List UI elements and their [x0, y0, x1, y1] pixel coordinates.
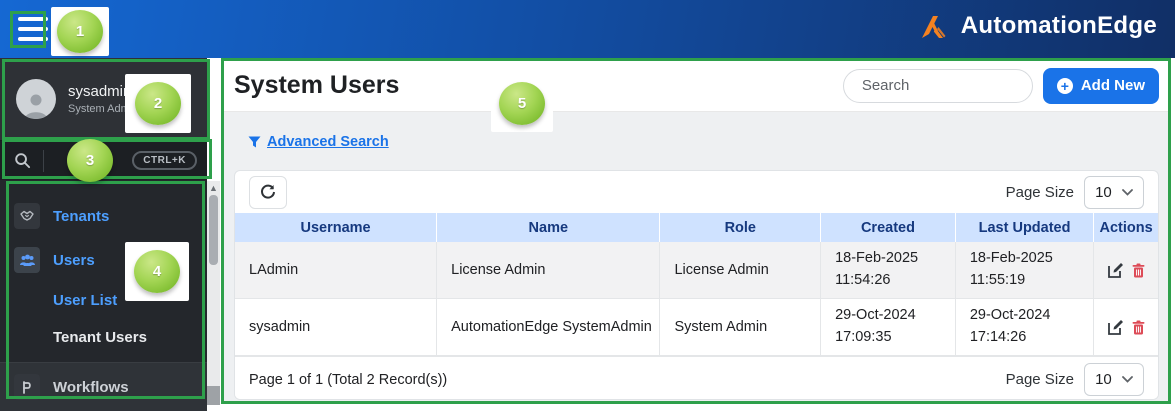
cell-name: AutomationEdge SystemAdmin [437, 299, 660, 355]
column-header-last-updated[interactable]: Last Updated [956, 213, 1094, 242]
column-header-name[interactable]: Name [437, 213, 660, 242]
delete-button[interactable] [1132, 263, 1145, 278]
column-header-created[interactable]: Created [821, 213, 956, 242]
cell-role: System Admin [660, 299, 821, 355]
sidebar-item-user-list[interactable]: User List [0, 282, 207, 319]
add-new-button[interactable]: + Add New [1043, 68, 1159, 104]
cell-username: LAdmin [235, 242, 437, 298]
cell-last-updated: 29-Oct-202417:14:26 [956, 299, 1094, 355]
users-group-icon [14, 247, 40, 273]
advanced-search-link[interactable]: Advanced Search [248, 134, 389, 150]
keyboard-shortcut-badge: CTRL+K [132, 151, 197, 170]
page-size-label: Page Size [1006, 184, 1074, 201]
logo-text: AutomationEdge [961, 12, 1157, 40]
page-size-select[interactable]: 10 [1084, 176, 1144, 209]
cell-last-updated: 18-Feb-202511:55:19 [956, 242, 1094, 298]
cell-username: sysadmin [235, 299, 437, 355]
cell-actions [1094, 242, 1158, 298]
app-window: AutomationEdge sysadmin System Admin CTR [0, 0, 1175, 411]
pagination-summary: Page 1 of 1 (Total 2 Record(s)) [249, 372, 447, 388]
sidebar-item-tenant-users[interactable]: Tenant Users [0, 319, 207, 356]
table-row[interactable]: sysadmin AutomationEdge SystemAdmin Syst… [235, 299, 1158, 356]
trash-icon [1132, 320, 1145, 335]
scroll-up-arrow[interactable]: ▲ [207, 181, 220, 195]
table-toolbar: Page Size 10 [235, 171, 1158, 213]
sidebar-search[interactable]: CTRL+K [0, 140, 207, 180]
sidebar-item-users[interactable]: Users [0, 238, 207, 282]
table-search-box [843, 69, 1033, 103]
handshake-icon [14, 203, 40, 229]
cell-role: License Admin [660, 242, 821, 298]
column-header-role[interactable]: Role [660, 213, 821, 242]
sidebar-item-label: Tenants [53, 208, 109, 225]
column-header-actions: Actions [1094, 213, 1158, 242]
trash-icon [1132, 263, 1145, 278]
sidebar: sysadmin System Admin CTRL+K Tenants [0, 58, 207, 405]
table-row[interactable]: LAdmin License Admin License Admin 18-Fe… [235, 242, 1158, 299]
search-divider [43, 150, 44, 172]
users-table-card: Page Size 10 Username Name Role Created … [234, 170, 1159, 400]
edit-button[interactable] [1108, 319, 1124, 335]
search-input[interactable] [860, 76, 1063, 95]
sidebar-item-label: Workflows [53, 379, 129, 396]
refresh-button[interactable] [249, 176, 287, 209]
column-header-username[interactable]: Username [235, 213, 437, 242]
sidebar-item-tenants[interactable]: Tenants [0, 194, 207, 238]
edit-pencil-icon [1108, 262, 1124, 278]
user-name: sysadmin [68, 83, 138, 100]
table-header-row: Username Name Role Created Last Updated … [235, 213, 1158, 242]
page-header: System Users + Add New [222, 60, 1171, 112]
refresh-icon [260, 184, 276, 200]
logo: AutomationEdge [919, 10, 1157, 42]
sidebar-nav: Tenants Users User List Tenant Users [0, 180, 207, 411]
avatar [16, 79, 56, 119]
workflow-icon [14, 374, 40, 400]
plus-icon: + [1057, 78, 1073, 94]
delete-button[interactable] [1132, 320, 1145, 335]
hamburger-menu-icon[interactable] [18, 17, 48, 41]
chevron-down-icon [1122, 376, 1133, 383]
edit-pencil-icon [1108, 319, 1124, 335]
scrollbar-thumb-lower [207, 386, 220, 405]
cell-actions [1094, 299, 1158, 355]
chevron-down-icon [1122, 189, 1133, 196]
automationedge-logo-icon [919, 10, 953, 42]
user-role: System Admin [68, 103, 138, 115]
edit-button[interactable] [1108, 262, 1124, 278]
filter-funnel-icon [248, 136, 261, 148]
page-title: System Users [234, 71, 399, 100]
cell-name: License Admin [437, 242, 660, 298]
user-profile[interactable]: sysadmin System Admin [0, 58, 207, 140]
scrollbar-thumb[interactable] [209, 195, 218, 265]
cell-created: 18-Feb-202511:54:26 [821, 242, 956, 298]
page-size-label: Page Size [1006, 371, 1074, 388]
sidebar-item-label: Users [53, 252, 95, 269]
top-header-bar: AutomationEdge [0, 0, 1175, 58]
sidebar-item-workflows[interactable]: Workflows [0, 362, 207, 411]
search-icon [14, 152, 31, 169]
main-content: System Users + Add New [222, 60, 1171, 404]
sidebar-scrollbar[interactable]: ▲ [207, 181, 220, 405]
cell-created: 29-Oct-202417:09:35 [821, 299, 956, 355]
table-body: LAdmin License Admin License Admin 18-Fe… [235, 242, 1158, 356]
page-size-select-footer[interactable]: 10 [1084, 363, 1144, 396]
table-footer: Page 1 of 1 (Total 2 Record(s)) Page Siz… [235, 356, 1158, 400]
